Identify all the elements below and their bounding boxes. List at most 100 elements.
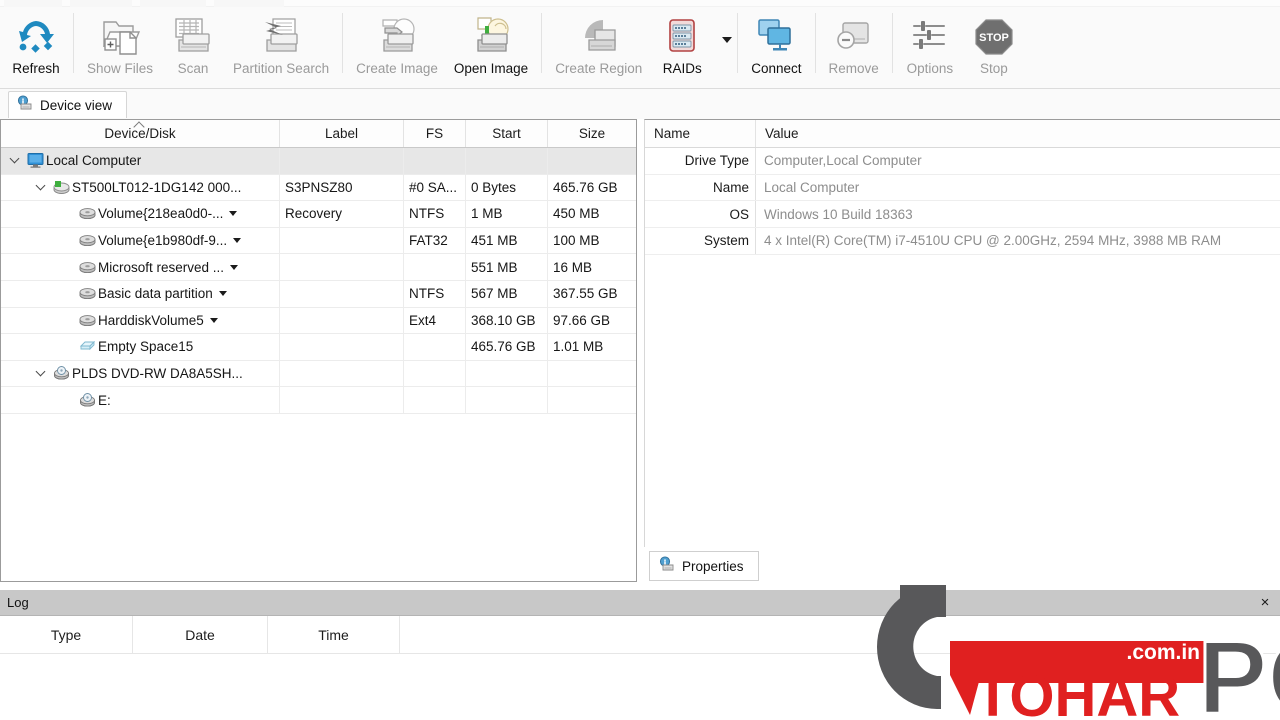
log-column-header-type[interactable]: Type: [0, 616, 133, 653]
properties-header: Name Value: [645, 120, 1280, 148]
toolbar-button-stop[interactable]: STOP Stop: [962, 7, 1026, 83]
tree-cell-start: 368.10 GB: [466, 307, 548, 334]
chevron-down-icon[interactable]: [209, 317, 218, 323]
tree-cell-fs: #0 SA...: [404, 174, 466, 201]
empty-space-icon: [76, 337, 98, 356]
toolbar-button-connect[interactable]: Connect: [743, 7, 809, 83]
column-header-fs[interactable]: FS: [404, 120, 466, 147]
table-row[interactable]: E:: [1, 387, 636, 414]
toolbar-button-show-files[interactable]: Show Files: [79, 7, 161, 83]
properties-column-header-value[interactable]: Value: [756, 120, 1280, 147]
close-icon[interactable]: ×: [1254, 591, 1276, 613]
properties-row[interactable]: System 4 x Intel(R) Core(TM) i7-4510U CPU…: [645, 228, 1280, 255]
table-row[interactable]: HarddiskVolume5 Ext4 368.10 GB 97.66 GB: [1, 307, 636, 335]
toolbar-label: Create Image: [356, 61, 438, 76]
optical-drive-icon: [50, 364, 72, 383]
toolbar-label: Scan: [177, 61, 209, 76]
tab-label: Device view: [40, 97, 113, 113]
table-row[interactable]: Microsoft reserved ... 551 MB 16 MB: [1, 254, 636, 281]
tree-row-label: HarddiskVolume5: [98, 312, 204, 328]
volume-icon: [76, 258, 98, 277]
property-name: Name: [645, 174, 756, 201]
column-header-size[interactable]: Size: [548, 120, 636, 147]
table-row[interactable]: ST500LT012-1DG142 000... S3PNSZ80 #0 SA...…: [1, 174, 636, 202]
device-tree-header: Device/Disk Label FS Start Size: [1, 120, 636, 148]
toolbar-button-scan[interactable]: Scan: [161, 7, 225, 83]
toolbar-button-open-image[interactable]: Open Image: [446, 7, 536, 83]
log-column-header-date[interactable]: Date: [133, 616, 268, 653]
tree-cell-start: 1 MB: [466, 201, 548, 227]
tab-properties[interactable]: Properties: [649, 551, 759, 581]
chevron-down-icon: [722, 37, 733, 43]
toolbar-label: Partition Search: [233, 61, 330, 76]
table-row[interactable]: Volume{218ea0d0-... Recovery NTFS 1 MB 450 M…: [1, 201, 636, 228]
main-toolbar: Refresh Show Files Scan Partition Search…: [0, 7, 1280, 89]
connect-icon: [752, 12, 800, 60]
column-header-label: FS: [425, 126, 444, 141]
tab-device-view[interactable]: Device view: [8, 91, 128, 118]
tree-cell-device-disk: Empty Space15: [1, 334, 280, 360]
tree-cell-size: [548, 148, 636, 174]
toolbar-button-create-image[interactable]: Create Image: [348, 7, 446, 83]
toolbar-button-refresh[interactable]: Refresh: [4, 7, 68, 83]
tree-cell-device-disk: PLDS DVD-RW DA8A5SH...: [1, 360, 280, 387]
table-row[interactable]: Empty Space15 465.76 GB 1.01 MB: [1, 334, 636, 361]
tree-cell-start: [466, 387, 548, 413]
toolbar-button-partition-search[interactable]: Partition Search: [225, 7, 337, 83]
stop-icon: STOP: [970, 12, 1018, 60]
scan-icon: [169, 12, 217, 60]
menu-bar-sliver: [0, 0, 1280, 7]
chevron-down-icon[interactable]: [33, 366, 48, 381]
property-value: Computer,Local Computer: [764, 153, 922, 169]
log-column-headers: Type Date Time: [0, 616, 1280, 654]
property-name: System: [645, 228, 756, 254]
table-row[interactable]: Local Computer: [1, 148, 636, 175]
tree-cell-label: [280, 360, 404, 387]
toolbar-label: Connect: [751, 61, 802, 76]
chevron-down-icon[interactable]: [230, 264, 239, 270]
properties-panel: Name Value Drive Type Computer,Local Comp…: [644, 119, 1280, 547]
toolbar-button-remove[interactable]: Remove: [821, 7, 887, 83]
tree-cell-size: 100 MB: [553, 233, 600, 249]
application-window: Refresh Show Files Scan Partition Search…: [0, 0, 1280, 720]
properties-row[interactable]: Drive Type Computer,Local Computer: [645, 148, 1280, 175]
tree-cell-size: 465.76 GB: [553, 179, 618, 195]
properties-row[interactable]: OS Windows 10 Build 18363: [645, 201, 1280, 229]
tree-cell-size: [548, 361, 636, 387]
column-header-label: Start: [492, 126, 521, 141]
properties-column-header-name[interactable]: Name: [645, 120, 756, 147]
column-header-label: Time: [318, 626, 349, 643]
tree-row-label: PLDS DVD-RW DA8A5SH...: [72, 366, 243, 382]
log-column-header-time[interactable]: Time: [268, 616, 400, 653]
column-header-label[interactable]: Label: [280, 120, 404, 147]
toolbar-button-options[interactable]: Options: [898, 7, 962, 83]
tree-cell-size: 97.66 GB: [553, 312, 611, 328]
create-image-icon: [373, 12, 421, 60]
chevron-down-icon[interactable]: [229, 211, 238, 217]
column-header-start[interactable]: Start: [466, 120, 548, 147]
info-disk-icon: [659, 556, 676, 576]
properties-row[interactable]: Name Local Computer: [645, 174, 1280, 202]
table-row[interactable]: PLDS DVD-RW DA8A5SH...: [1, 360, 636, 388]
raids-dropdown-button[interactable]: [714, 7, 733, 83]
tree-cell-label: S3PNSZ80: [280, 174, 404, 201]
log-column-header-event[interactable]: [400, 616, 1280, 653]
toolbar-label: Remove: [828, 61, 879, 76]
tree-row-label: Microsoft reserved ...: [98, 259, 225, 275]
toolbar-button-raids[interactable]: RAIDs: [650, 7, 714, 83]
toolbar-button-create-region[interactable]: Create Region: [547, 7, 650, 83]
column-header-device-disk[interactable]: Device/Disk: [1, 120, 280, 147]
chevron-down-icon[interactable]: [7, 153, 22, 168]
info-disk-icon: [17, 95, 34, 115]
table-row[interactable]: Basic data partition NTFS 567 MB 367.55 GB: [1, 280, 636, 308]
chevron-down-icon[interactable]: [233, 238, 242, 244]
chevron-down-icon[interactable]: [218, 291, 227, 297]
table-row[interactable]: Volume{e1b980df-9... FAT32 451 MB 100 MB: [1, 227, 636, 255]
column-header-label: Size: [578, 126, 606, 141]
tree-cell-label: [280, 387, 404, 413]
chevron-down-icon[interactable]: [33, 180, 48, 195]
